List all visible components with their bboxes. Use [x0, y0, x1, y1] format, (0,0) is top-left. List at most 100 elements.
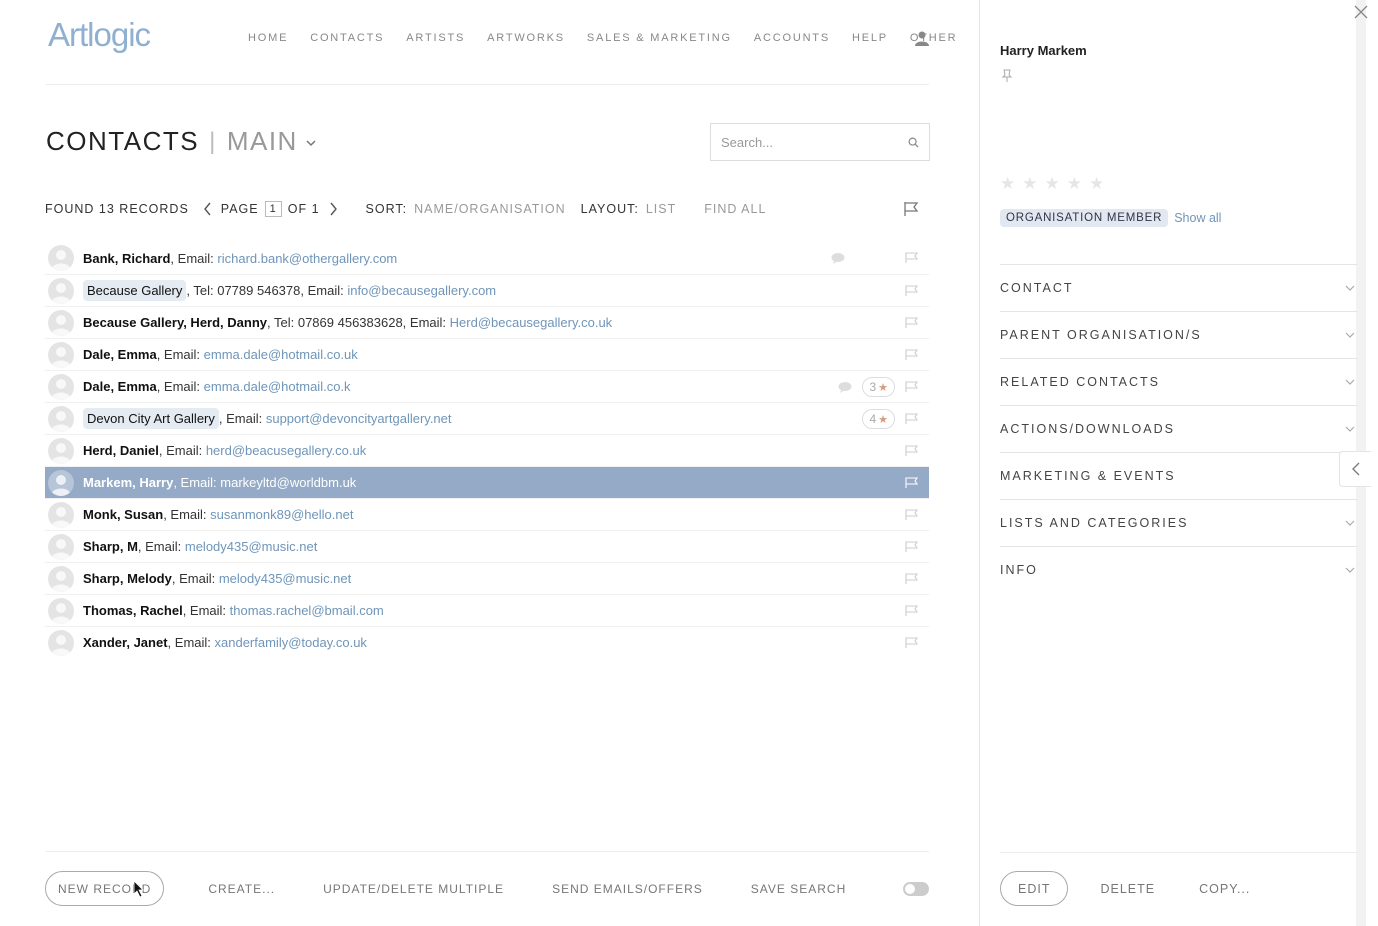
record-email-link[interactable]: melody435@music.net [219, 571, 351, 586]
section-marketing-events[interactable]: MARKETING & EVENTS [1000, 452, 1357, 499]
section-lists-and-categories[interactable]: LISTS AND CATEGORIES [1000, 499, 1357, 546]
collapse-panel-tab[interactable] [1339, 451, 1371, 487]
view-selector[interactable]: MAIN [227, 126, 298, 157]
comment-icon[interactable] [831, 252, 845, 264]
record-email-link[interactable]: support@devoncityartgallery.net [266, 411, 452, 426]
chevron-down-icon[interactable] [306, 138, 316, 148]
rating-badge: 3 ★ [862, 377, 895, 397]
table-row[interactable]: Xander, Janet, Email: xanderfamily@today… [45, 626, 929, 658]
section-related-contacts[interactable]: RELATED CONTACTS [1000, 358, 1357, 405]
flag-icon[interactable] [905, 349, 919, 361]
table-row[interactable]: Because Gallery, Herd, Danny, Tel: 07869… [45, 306, 929, 338]
flag-icon[interactable] [905, 445, 919, 457]
section-actions-downloads[interactable]: ACTIONS/DOWNLOADS [1000, 405, 1357, 452]
nav-artists[interactable]: ARTISTS [406, 32, 465, 44]
update-delete-multiple-button[interactable]: UPDATE/DELETE MULTIPLE [323, 882, 504, 896]
section-parent-organisation-s[interactable]: PARENT ORGANISATION/S [1000, 311, 1357, 358]
star-icon[interactable]: ★ [1022, 174, 1037, 194]
view-toggle[interactable] [903, 882, 929, 896]
search-icon[interactable] [908, 137, 919, 148]
sort-selector[interactable]: NAME/ORGANISATION [414, 202, 566, 216]
new-record-button[interactable]: NEW RECORD [45, 871, 165, 906]
record-email-link[interactable]: emma.dale@hotmail.co.uk [204, 347, 358, 362]
nav-sales-marketing[interactable]: SALES & MARKETING [587, 32, 732, 44]
record-name[interactable]: Because Gallery [83, 280, 187, 301]
edit-button[interactable]: EDIT [1000, 871, 1069, 906]
pin-icon[interactable] [1001, 69, 1013, 83]
flag-icon[interactable] [905, 637, 919, 649]
record-email-link[interactable]: thomas.rachel@bmail.com [230, 603, 384, 618]
organisation-member-tag[interactable]: ORGANISATION MEMBER [1000, 209, 1169, 227]
rating-value: 4 [869, 412, 877, 426]
table-row[interactable]: Dale, Emma, Email: emma.dale@hotmail.co.… [45, 370, 929, 402]
delete-button[interactable]: DELETE [1100, 882, 1155, 896]
table-row[interactable]: Because Gallery, Tel: 07789 546378, Emai… [45, 274, 929, 306]
avatar [48, 373, 74, 400]
record-email-link[interactable]: richard.bank@othergallery.com [217, 251, 397, 266]
table-row[interactable]: Herd, Daniel, Email: herd@beacusegallery… [45, 434, 929, 466]
artlogic-logo[interactable]: Artlogic [48, 16, 151, 54]
flag-icon[interactable] [905, 381, 919, 393]
record-email-link[interactable]: markeyltd@worldbm.uk [220, 475, 356, 490]
star-icon[interactable]: ★ [1045, 174, 1060, 194]
avatar-placeholder-icon [51, 442, 71, 464]
record-email-link[interactable]: susanmonk89@hello.net [210, 507, 353, 522]
flag-icon[interactable] [905, 317, 919, 329]
prev-page-icon[interactable] [203, 202, 213, 216]
record-name[interactable]: Devon City Art Gallery [83, 408, 219, 429]
nav-home[interactable]: HOME [248, 32, 288, 44]
section-contact[interactable]: CONTACT [1000, 264, 1357, 311]
record-email-link[interactable]: herd@beacusegallery.co.uk [206, 443, 366, 458]
record-detail-panel: Harry Markem ★ ★ ★ ★ ★ ORGANISATION MEMBER S… [979, 0, 1378, 926]
flag-icon[interactable] [905, 477, 919, 489]
create-button[interactable]: CREATE... [208, 882, 275, 896]
record-email-link[interactable]: Herd@becausegallery.co.uk [450, 315, 613, 330]
table-row[interactable]: Bank, Richard, Email: richard.bank@other… [45, 242, 929, 274]
flag-icon[interactable] [905, 541, 919, 553]
record-email-link[interactable]: emma.dale@hotmail.co.k [204, 379, 351, 394]
star-icon[interactable]: ★ [1000, 174, 1015, 194]
comment-icon[interactable] [838, 381, 852, 393]
save-search-button[interactable]: SAVE SEARCH [751, 882, 846, 896]
table-row[interactable]: Sharp, M, Email: melody435@music.net [45, 530, 929, 562]
send-emails-offers-button[interactable]: SEND EMAILS/OFFERS [552, 882, 703, 896]
flag-icon[interactable] [905, 413, 919, 425]
flag-icon[interactable] [905, 252, 919, 264]
flag-icon[interactable] [905, 509, 919, 521]
record-email-link[interactable]: xanderfamily@today.co.uk [215, 635, 367, 650]
table-row[interactable]: Markem, Harry, Email: markeyltd@worldbm.… [45, 466, 929, 498]
layout-selector[interactable]: LIST [646, 202, 676, 216]
table-row[interactable]: Sharp, Melody, Email: melody435@music.ne… [45, 562, 929, 594]
next-page-icon[interactable] [328, 202, 338, 216]
find-all-button[interactable]: FIND ALL [704, 202, 766, 216]
table-row[interactable]: Monk, Susan, Email: susanmonk89@hello.ne… [45, 498, 929, 530]
record-email-link[interactable]: info@becausegallery.com [347, 283, 496, 298]
row-indicators [905, 595, 929, 627]
search-input[interactable] [721, 134, 901, 150]
copy-button[interactable]: COPY... [1199, 882, 1250, 896]
record-email-link[interactable]: melody435@music.net [185, 539, 317, 554]
page-number-input[interactable]: 1 [264, 201, 282, 217]
table-row[interactable]: Thomas, Rachel, Email: thomas.rachel@bma… [45, 594, 929, 626]
nav-help[interactable]: HELP [852, 32, 888, 44]
nav-contacts[interactable]: CONTACTS [310, 32, 384, 44]
flag-icon[interactable] [905, 285, 919, 297]
nav-accounts[interactable]: ACCOUNTS [754, 32, 830, 44]
record-name: Monk, Susan [83, 507, 164, 522]
star-icon[interactable]: ★ [1089, 174, 1104, 194]
close-icon[interactable] [1354, 5, 1368, 19]
flag-icon[interactable] [905, 573, 919, 585]
nav-artworks[interactable]: ARTWORKS [487, 32, 565, 44]
avatar [48, 245, 74, 271]
section-info[interactable]: INFO [1000, 546, 1357, 593]
flag-icon[interactable] [905, 605, 919, 617]
user-icon[interactable] [914, 30, 930, 46]
star-icon[interactable]: ★ [1067, 174, 1082, 194]
show-all-link[interactable]: Show all [1174, 211, 1221, 225]
table-row[interactable]: Devon City Art Gallery, Email: support@d… [45, 402, 929, 434]
table-row[interactable]: Dale, Emma, Email: emma.dale@hotmail.co.… [45, 338, 929, 370]
record-details: , Tel: 07789 546378, Email: [186, 283, 348, 298]
row-indicators [905, 499, 929, 531]
record-details: , Email: [167, 635, 215, 650]
flag-icon[interactable] [903, 201, 919, 217]
